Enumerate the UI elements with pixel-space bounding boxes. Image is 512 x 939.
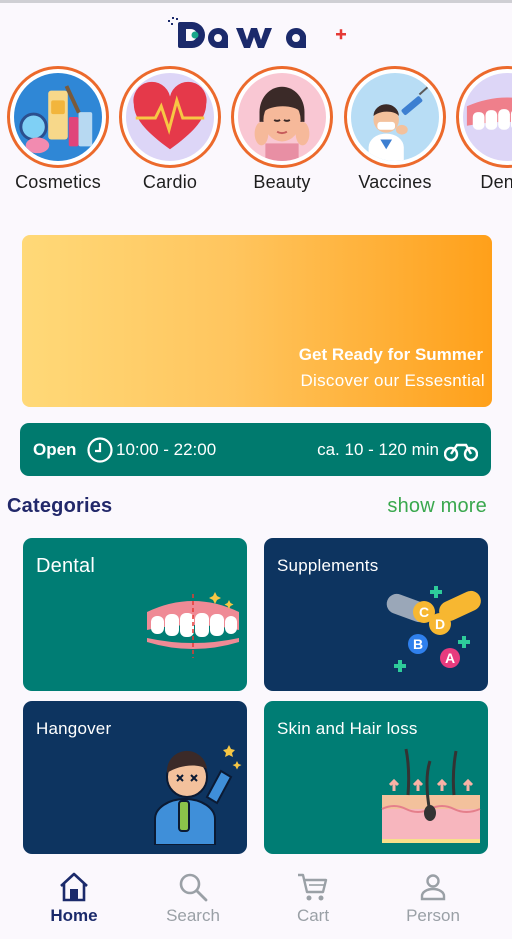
search-icon xyxy=(179,873,208,902)
nav-label: Person xyxy=(406,906,460,925)
story-ring xyxy=(456,66,512,168)
opening-hours-bar: Open 10:00 - 22:00 ca. 10 - 120 min xyxy=(20,423,491,476)
story-label: Cosmetics xyxy=(15,172,101,192)
categories-title: Categories xyxy=(7,495,113,517)
nav-home[interactable]: Home xyxy=(24,870,124,926)
svg-text:A: A xyxy=(445,650,455,666)
face-care-icon xyxy=(238,73,326,161)
vitamins-icon: C D B A xyxy=(386,586,481,672)
cart-icon xyxy=(298,873,328,901)
home-icon xyxy=(60,872,88,902)
nav-label: Home xyxy=(50,906,98,925)
story-vaccines[interactable]: Vaccines xyxy=(344,66,446,193)
category-label: Supplements xyxy=(277,556,379,575)
svg-text:C: C xyxy=(419,604,429,620)
category-card-hangover[interactable]: Hangover xyxy=(23,701,247,854)
story-cosmetics[interactable]: Cosmetics xyxy=(7,66,109,193)
status-bar-divider xyxy=(0,0,512,3)
category-card-skin-hair-loss[interactable]: Skin and Hair loss xyxy=(264,701,488,854)
bottom-navigation: Home Search Cart Person xyxy=(0,862,512,939)
svg-text:B: B xyxy=(413,636,423,652)
story-label: Dental xyxy=(480,172,512,192)
category-label: Hangover xyxy=(36,719,112,738)
story-ring xyxy=(7,66,109,168)
story-label: Cardio xyxy=(142,172,198,192)
nav-person[interactable]: Person xyxy=(383,870,483,926)
story-ring xyxy=(344,66,446,168)
dawa-logo xyxy=(168,17,346,48)
banner-title: Get Ready for Summer xyxy=(298,345,483,364)
category-card-supplements[interactable]: Supplements C D B A xyxy=(264,538,488,691)
nav-label: Search xyxy=(166,906,220,925)
heart-icon xyxy=(126,73,214,161)
story-label: Beauty xyxy=(253,172,311,192)
banner-subtitle: Discover our Essesntial xyxy=(300,371,485,390)
nav-cart[interactable]: Cart xyxy=(263,870,363,926)
category-label: Skin and Hair loss xyxy=(277,719,418,738)
story-label: Vaccines xyxy=(358,172,432,192)
open-status: Open xyxy=(33,440,77,459)
story-ring xyxy=(231,66,333,168)
doctor-syringe-icon xyxy=(351,73,439,161)
category-card-dental[interactable]: Dental xyxy=(23,538,247,691)
cosmetics-icon xyxy=(14,73,102,161)
nav-search[interactable]: Search xyxy=(143,870,243,926)
show-more-link[interactable]: show more xyxy=(387,495,487,518)
svg-text:D: D xyxy=(435,616,445,632)
story-ring xyxy=(119,66,221,168)
dizzy-person-icon xyxy=(154,745,242,845)
opening-hours: 10:00 - 22:00 xyxy=(116,440,217,459)
clock-icon xyxy=(87,437,113,463)
bicycle-icon xyxy=(444,443,478,462)
teeth-icon xyxy=(147,592,239,658)
teeth-icon xyxy=(463,73,512,161)
story-dental[interactable]: Dental xyxy=(456,66,512,193)
nav-label: Cart xyxy=(296,906,330,925)
stories-row[interactable]: Cosmetics Cardio Beauty Vaccines Den xyxy=(0,66,512,196)
delivery-time: ca. 10 - 120 min xyxy=(317,440,439,459)
skin-layers-icon xyxy=(381,748,481,843)
story-cardio[interactable]: Cardio xyxy=(119,66,221,193)
story-beauty[interactable]: Beauty xyxy=(231,66,333,193)
person-icon xyxy=(420,874,446,901)
promo-banner[interactable]: Get Ready for Summer Discover our Essesn… xyxy=(22,235,492,407)
category-label: Dental xyxy=(36,555,96,577)
